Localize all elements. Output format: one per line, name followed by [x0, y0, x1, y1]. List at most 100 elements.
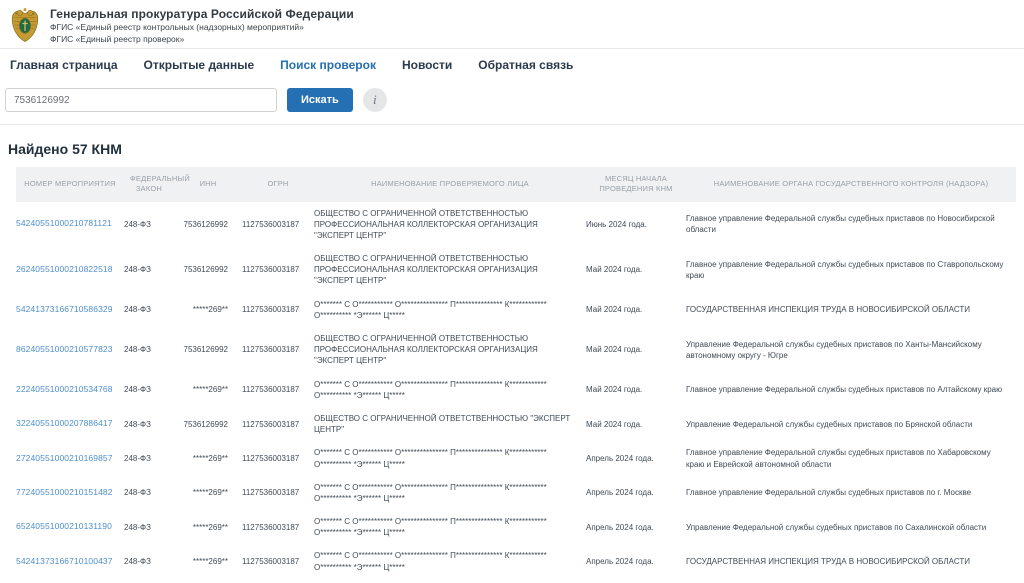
cell-start-month: Апрель 2024 года. — [586, 510, 686, 544]
search-bar: Искать i — [0, 82, 1024, 124]
cell-start-month: Апрель 2024 года. — [586, 476, 686, 510]
event-number-link[interactable]: 77240551000210151482 — [16, 487, 113, 497]
cell-federal-law: 248-ФЗ — [124, 441, 174, 475]
cell-event-number: 54240551000210781121 — [16, 202, 124, 248]
cell-control-organ: Главное управление Федеральной службы су… — [686, 247, 1016, 293]
col-header-inn: ИНН — [174, 167, 242, 201]
search-input[interactable] — [5, 88, 277, 112]
info-icon[interactable]: i — [363, 88, 387, 112]
cell-start-month: Май 2024 года. — [586, 293, 686, 327]
cell-federal-law: 248-ФЗ — [124, 247, 174, 293]
cell-federal-law: 248-ФЗ — [124, 373, 174, 407]
cell-ogrn: 1127536003187 — [242, 373, 314, 407]
results-table-header: НОМЕР МЕРОПРИЯТИЯ ФЕДЕРАЛЬНЫЙ ЗАКОН ИНН … — [16, 167, 1016, 201]
cell-subject-name: О******* С О*********** О***************… — [314, 293, 586, 327]
cell-subject-name: ОБЩЕСТВО С ОГРАНИЧЕННОЙ ОТВЕТСТВЕННОСТЬЮ… — [314, 407, 586, 441]
table-row: 86240551000210577823 248-ФЗ 7536126992 1… — [16, 327, 1016, 373]
cell-subject-name: О******* С О*********** О***************… — [314, 441, 586, 475]
cell-control-organ: Управление Федеральной службы судебных п… — [686, 407, 1016, 441]
nav-item-search-inspections[interactable]: Поиск проверок — [280, 58, 376, 72]
cell-start-month: Май 2024 года. — [586, 407, 686, 441]
prosecutor-double-eagle-emblem-icon — [10, 6, 40, 44]
cell-ogrn: 1127536003187 — [242, 293, 314, 327]
cell-subject-name: О******* С О*********** О***************… — [314, 579, 586, 583]
cell-ogrn: 1127536003187 — [242, 247, 314, 293]
col-header-ogrn: ОГРН — [242, 167, 314, 201]
nav-item-main-page[interactable]: Главная страница — [10, 58, 118, 72]
nav-item-feedback[interactable]: Обратная связь — [478, 58, 573, 72]
col-header-number: НОМЕР МЕРОПРИЯТИЯ — [16, 167, 124, 201]
event-number-link[interactable]: 54240551000210781121 — [16, 218, 112, 228]
cell-inn: *****269** — [174, 510, 242, 544]
cell-inn: *****269** — [174, 293, 242, 327]
table-row: 54241373166710586329 248-ФЗ *****269** 1… — [16, 293, 1016, 327]
header-titles: Генеральная прокуратура Российской Федер… — [50, 5, 354, 44]
cell-event-number: 77240551000210151482 — [16, 476, 124, 510]
table-row: 32240551000207886417 248-ФЗ 7536126992 1… — [16, 407, 1016, 441]
cell-event-number: 32240551000207886417 — [16, 407, 124, 441]
cell-start-month: Май 2024 года. — [586, 247, 686, 293]
col-header-organ: НАИМЕНОВАНИЕ ОРГАНА ГОСУДАРСТВЕННОГО КОН… — [686, 167, 1016, 201]
table-row: 77240551000210151482 248-ФЗ *****269** 1… — [16, 476, 1016, 510]
cell-control-organ: Управление Федеральной службы судебных п… — [686, 510, 1016, 544]
col-header-law: ФЕДЕРАЛЬНЫЙ ЗАКОН — [124, 167, 174, 201]
cell-inn: 7536126992 — [174, 247, 242, 293]
results-table: НОМЕР МЕРОПРИЯТИЯ ФЕДЕРАЛЬНЫЙ ЗАКОН ИНН … — [16, 167, 1016, 583]
search-button[interactable]: Искать — [287, 88, 353, 112]
cell-federal-law: 248-ФЗ — [124, 476, 174, 510]
table-row: 54241373166710100437 248-ФЗ *****269** 1… — [16, 544, 1016, 578]
cell-ogrn: 1127536003187 — [242, 407, 314, 441]
event-number-link[interactable]: 86240551000210577823 — [16, 344, 113, 354]
event-number-link[interactable]: 65240551000210131190 — [16, 521, 112, 531]
cell-control-organ: ГОСУДАРСТВЕННАЯ ИНСПЕКЦИЯ ТРУДА В НОВОСИ… — [686, 544, 1016, 578]
fgis-subtitle-1: ФГИС «Единый реестр контрольных (надзорн… — [50, 22, 354, 33]
cell-inn: *****269** — [174, 441, 242, 475]
main-nav: Главная страница Открытые данные Поиск п… — [0, 49, 1024, 82]
cell-control-organ: Главное управление Федеральной службы су… — [686, 202, 1016, 248]
cell-control-organ: Главное управление Федеральной службы су… — [686, 441, 1016, 475]
cell-subject-name: ОБЩЕСТВО С ОГРАНИЧЕННОЙ ОТВЕТСТВЕННОСТЬЮ… — [314, 202, 586, 248]
cell-ogrn: 1127536003187 — [242, 544, 314, 578]
cell-event-number: 22240551000210534768 — [16, 373, 124, 407]
cell-inn: *****269** — [174, 579, 242, 583]
event-number-link[interactable]: 54241373166710586329 — [16, 304, 113, 314]
cell-subject-name: О******* С О*********** О***************… — [314, 476, 586, 510]
nav-item-open-data[interactable]: Открытые данные — [144, 58, 255, 72]
table-row: 26240551000210822518 248-ФЗ 7536126992 1… — [16, 247, 1016, 293]
table-row: 77240551000209867580 248-ФЗ *****269** 1… — [16, 579, 1016, 583]
cell-inn: *****269** — [174, 544, 242, 578]
cell-federal-law: 248-ФЗ — [124, 327, 174, 373]
cell-federal-law: 248-ФЗ — [124, 293, 174, 327]
cell-start-month: Июнь 2024 года. — [586, 202, 686, 248]
cell-event-number: 65240551000210131190 — [16, 510, 124, 544]
content-divider — [0, 124, 1024, 125]
event-number-link[interactable]: 22240551000210534768 — [16, 384, 113, 394]
event-number-link[interactable]: 32240551000207886417 — [16, 418, 113, 428]
cell-control-organ: ГОСУДАРСТВЕННАЯ ИНСПЕКЦИЯ ТРУДА В НОВОСИ… — [686, 293, 1016, 327]
table-row: 54240551000210781121 248-ФЗ 7536126992 1… — [16, 202, 1016, 248]
col-header-month: МЕСЯЦ НАЧАЛА ПРОВЕДЕНИЯ КНМ — [586, 167, 686, 201]
cell-control-organ: Управление Федеральной службы судебных п… — [686, 327, 1016, 373]
table-row: 27240551000210169857 248-ФЗ *****269** 1… — [16, 441, 1016, 475]
cell-subject-name: О******* С О*********** О***************… — [314, 510, 586, 544]
cell-event-number: 77240551000209867580 — [16, 579, 124, 583]
results-count: Найдено 57 КНМ — [8, 141, 1024, 157]
cell-start-month: Март 2024 года. — [586, 579, 686, 583]
cell-control-organ: Главное управление Федеральной службы су… — [686, 579, 1016, 583]
cell-federal-law: 248-ФЗ — [124, 579, 174, 583]
cell-inn: 7536126992 — [174, 202, 242, 248]
cell-event-number: 54241373166710586329 — [16, 293, 124, 327]
results-table-body: 54240551000210781121 248-ФЗ 7536126992 1… — [16, 202, 1016, 583]
cell-start-month: Май 2024 года. — [586, 373, 686, 407]
event-number-link[interactable]: 54241373166710100437 — [16, 556, 113, 566]
cell-event-number: 27240551000210169857 — [16, 441, 124, 475]
event-number-link[interactable]: 27240551000210169857 — [16, 453, 113, 463]
cell-control-organ: Главное управление Федеральной службы су… — [686, 476, 1016, 510]
cell-event-number: 86240551000210577823 — [16, 327, 124, 373]
event-number-link[interactable]: 26240551000210822518 — [16, 264, 113, 274]
cell-control-organ: Главное управление Федеральной службы су… — [686, 373, 1016, 407]
cell-start-month: Апрель 2024 года. — [586, 441, 686, 475]
cell-federal-law: 248-ФЗ — [124, 202, 174, 248]
nav-item-news[interactable]: Новости — [402, 58, 452, 72]
cell-event-number: 26240551000210822518 — [16, 247, 124, 293]
